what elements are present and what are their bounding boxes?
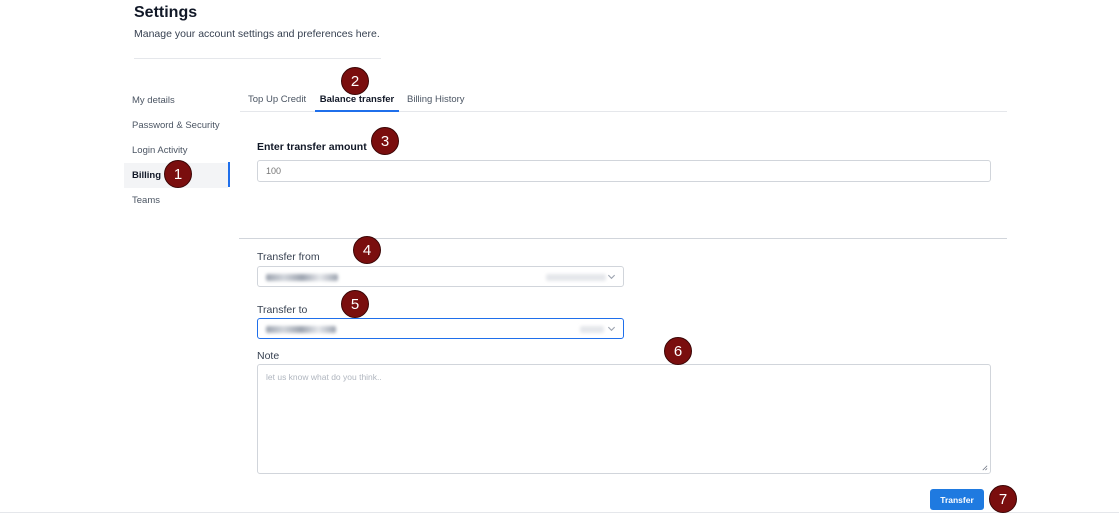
annotation-marker-6: 6 [664,337,692,365]
section-divider [239,238,1007,239]
transfer-to-select[interactable] [257,318,624,339]
transfer-button[interactable]: Transfer [930,489,984,510]
tab-billing-history[interactable]: Billing History [407,88,465,112]
page-title: Settings [134,4,198,21]
chevron-down-icon [607,326,616,332]
chevron-down-icon [607,274,616,280]
amount-label: Enter transfer amount [257,141,367,153]
note-placeholder: let us know what do you think.. [266,372,382,382]
transfer-amount-input[interactable] [257,160,991,182]
transfer-from-value-redacted [266,274,338,281]
transfer-to-value-redacted [266,326,336,333]
header-divider [134,58,381,59]
annotation-marker-4: 4 [353,236,381,264]
page-subtitle: Manage your account settings and prefere… [134,28,380,40]
transfer-to-tag-redacted [580,326,604,333]
annotation-marker-5: 5 [341,290,369,318]
footer-divider [0,512,1119,513]
resize-grip-icon[interactable] [981,464,988,471]
note-textarea[interactable]: let us know what do you think.. [257,364,991,474]
annotation-marker-7: 7 [989,485,1017,513]
sidebar-item-my-details[interactable]: My details [124,88,228,113]
sidebar-item-teams[interactable]: Teams [124,188,228,213]
transfer-from-tag-redacted [546,274,606,281]
transfer-from-select[interactable] [257,266,624,287]
transfer-from-label: Transfer from [257,251,320,263]
settings-sidebar: My details Password & Security Login Act… [124,88,230,213]
sidebar-item-password-security[interactable]: Password & Security [124,113,228,138]
tab-top-up-credit[interactable]: Top Up Credit [248,88,306,112]
note-label: Note [257,350,280,362]
annotation-marker-3: 3 [371,127,399,155]
transfer-to-label: Transfer to [257,304,308,316]
annotation-marker-2: 2 [341,67,369,95]
annotation-marker-1: 1 [164,160,192,188]
